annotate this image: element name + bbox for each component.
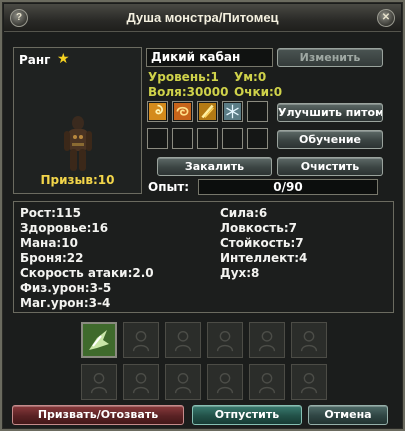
inventory-slot-filled[interactable]	[81, 322, 117, 358]
experience-label: Опыт:	[148, 180, 190, 194]
pet-points: Очки:0	[234, 85, 283, 99]
skill-slot-slash[interactable]	[197, 101, 218, 122]
skill-slot-empty[interactable]	[247, 128, 268, 149]
inventory-slot-empty[interactable]	[249, 322, 285, 358]
skill-slot-empty[interactable]	[247, 101, 268, 122]
skill-slot-spiral[interactable]	[172, 101, 193, 122]
stat-agility: Ловкость:7	[220, 221, 297, 235]
stat-spirit: Дух:8	[220, 266, 260, 280]
training-button[interactable]: Обучение	[277, 130, 383, 149]
skill-slot-empty[interactable]	[147, 128, 168, 149]
skill-slot-empty[interactable]	[197, 128, 218, 149]
stat-armor: Броня:22	[20, 251, 84, 265]
rank-star-icon: ★	[57, 51, 70, 67]
empty-slot-emblem-icon	[216, 330, 234, 352]
empty-slot-emblem-icon	[216, 372, 234, 394]
inventory-slot-empty[interactable]	[291, 364, 327, 400]
slash-icon	[199, 103, 216, 120]
empty-slot-emblem-icon	[90, 372, 108, 394]
empty-slot-emblem-icon	[300, 372, 318, 394]
pet-will: Воля:30000	[148, 85, 229, 99]
help-icon[interactable]: ?	[10, 9, 28, 27]
swirl-icon	[149, 103, 166, 120]
upgrade-pet-button[interactable]: Улучшить питомца	[277, 103, 383, 122]
inventory-slot-empty[interactable]	[207, 322, 243, 358]
skill-slot-frost[interactable]	[222, 101, 243, 122]
stats-panel: Рост:115 Здоровье:16 Мана:10 Броня:22 Ск…	[13, 201, 394, 313]
skill-slot-empty[interactable]	[222, 128, 243, 149]
inventory-slot-empty[interactable]	[207, 364, 243, 400]
inventory-slot-empty[interactable]	[123, 364, 159, 400]
claw-icon	[83, 324, 115, 356]
pet-intellect-top: Ум:0	[234, 70, 267, 84]
skill-slot-empty[interactable]	[172, 128, 193, 149]
inventory-slot-empty[interactable]	[81, 364, 117, 400]
close-icon[interactable]: ✕	[377, 9, 395, 27]
stat-attack-speed: Скорость атаки:2.0	[20, 266, 154, 280]
inventory-slot-empty[interactable]	[249, 364, 285, 400]
empty-slot-emblem-icon	[258, 372, 276, 394]
temper-button[interactable]: Закалить	[157, 157, 272, 176]
stat-strength: Сила:6	[220, 206, 268, 220]
empty-slot-emblem-icon	[132, 372, 150, 394]
cancel-button[interactable]: Отмена	[308, 405, 388, 425]
clear-button[interactable]: Очистить	[277, 157, 383, 176]
empty-slot-emblem-icon	[174, 372, 192, 394]
empty-slot-emblem-icon	[174, 330, 192, 352]
summon-count: Призыв:10	[40, 173, 115, 187]
inventory-slot-empty[interactable]	[165, 322, 201, 358]
inventory-slot-empty[interactable]	[165, 364, 201, 400]
stat-intellect: Интеллект:4	[220, 251, 308, 265]
stat-health: Здоровье:16	[20, 221, 109, 235]
empty-slot-emblem-icon	[300, 330, 318, 352]
stat-height: Рост:115	[20, 206, 81, 220]
experience-bar: 0/90	[198, 179, 378, 195]
pet-window: ? Душа монстра/Питомец ✕ Ранг ★ Призыв:1…	[0, 0, 405, 431]
stat-endurance: Стойкость:7	[220, 236, 304, 250]
inventory-slot-empty[interactable]	[291, 322, 327, 358]
stat-mag-damage: Маг.урон:3-4	[20, 296, 111, 310]
empty-slot-emblem-icon	[132, 330, 150, 352]
frost-icon	[224, 103, 241, 120]
stat-phys-damage: Физ.урон:3-5	[20, 281, 112, 295]
release-button[interactable]: Отпустить	[192, 405, 302, 425]
title-bar[interactable]: ? Душа монстра/Питомец ✕	[4, 4, 401, 32]
spiral-icon	[174, 103, 191, 120]
rank-label: Ранг	[19, 53, 51, 67]
empty-slot-emblem-icon	[258, 330, 276, 352]
inventory-slot-empty[interactable]	[123, 322, 159, 358]
window-title: Душа монстра/Питомец	[126, 10, 279, 25]
change-name-button[interactable]: Изменить	[277, 48, 383, 67]
pet-name-field: Дикий кабан	[146, 48, 273, 67]
skill-slot-swirl[interactable]	[147, 101, 168, 122]
pet-portrait-panel: Ранг ★ Призыв:10	[13, 47, 142, 194]
stat-mana: Мана:10	[20, 236, 78, 250]
pet-level: Уровень:1	[148, 70, 219, 84]
summon-recall-button[interactable]: Призвать/Отозвать	[12, 405, 184, 425]
